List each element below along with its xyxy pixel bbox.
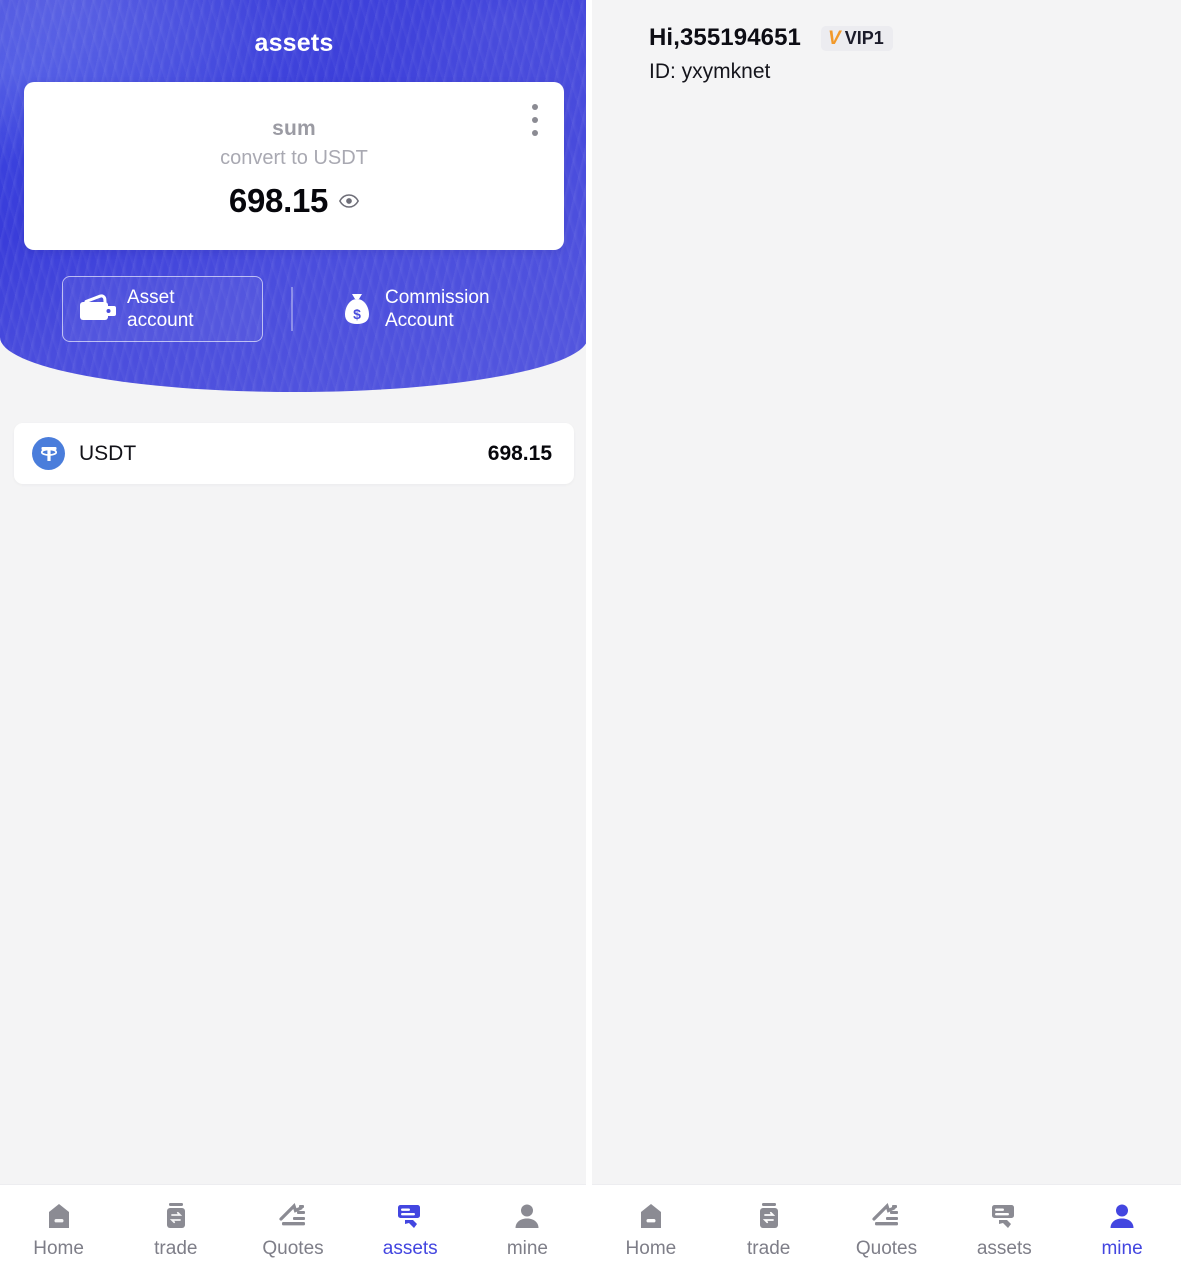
coin-amount: 698.15 [487,441,552,465]
tab-quotes[interactable]: Quotes [234,1201,351,1260]
greeting-text: Hi,355194651 [649,24,801,51]
coin-row-usdt[interactable]: USDT 698.15 [14,423,574,484]
eye-icon[interactable] [339,194,360,208]
tab-home[interactable]: Home [0,1201,117,1260]
status-badge[interactable]: V VIP1 [821,25,893,51]
balance-amount: 698.15 [228,182,329,219]
account-divider [291,287,293,331]
tab-label: Quotes [262,1238,324,1259]
assets-icon [398,1205,421,1228]
asset-account-label: Asset account [127,287,194,331]
tab-label: trade [154,1238,198,1259]
tab-home[interactable]: Home [592,1201,710,1260]
person-icon [515,1204,539,1228]
home-icon [640,1204,661,1228]
tab-label: assets [382,1238,438,1259]
assets-icon [992,1205,1015,1228]
convert-label: convert to USDT [220,147,368,169]
balance-card: sum convert to USDT 698.15 [24,82,564,250]
tether-icon [32,437,65,470]
bottom-tabbar-right: Home trade Quotes assets mine [592,1184,1181,1276]
tab-label: trade [747,1238,791,1259]
balance-value-row: 698.15 [24,170,564,220]
tab-trade[interactable]: trade [117,1201,234,1260]
tab-label: Home [33,1238,84,1259]
trade-icon [759,1203,778,1228]
tab-assets[interactable]: assets [352,1201,469,1260]
user-id: ID: yxymknet [649,60,771,83]
trade-icon [166,1203,185,1228]
tab-label: Quotes [855,1238,918,1259]
tab-assets[interactable]: assets [945,1201,1063,1260]
commission-account-button[interactable]: $ Commission Account [340,276,490,342]
home-icon [48,1204,69,1228]
quotes-icon [872,1203,899,1226]
quotes-icon [279,1203,305,1226]
assets-panel: assets sum convert to USDT 698.15 Asset … [0,0,588,1276]
wallet-icon [80,294,116,320]
commission-account-label: Commission Account [385,287,490,331]
asset-account-button[interactable]: Asset account [62,276,263,342]
vip-level-label: VIP1 [844,28,884,48]
coin-symbol: USDT [79,441,137,465]
greeting-row: Hi,355194651 V VIP1 [592,0,1181,52]
tab-quotes[interactable]: Quotes [828,1201,946,1260]
tab-label: mine [506,1238,548,1259]
bottom-tabbar-left: Home trade Quotes assets mine [0,1184,586,1276]
tab-trade[interactable]: trade [710,1201,828,1260]
money-bag-icon: $ [345,294,369,324]
svg-text:$: $ [353,306,361,322]
person-icon [1110,1204,1134,1228]
tab-label: mine [1101,1238,1143,1259]
tab-label: Home [625,1238,677,1259]
account-switch-row: Asset account $ Commission Account [0,276,586,342]
tab-mine[interactable]: mine [469,1201,586,1260]
profile-header: Hi,355194651 V VIP1 ID: yxymknet [592,0,1181,170]
kebab-menu-icon[interactable] [532,104,538,136]
vip-v-mark: V [828,27,841,49]
page-title: assets [254,29,334,57]
tab-mine[interactable]: mine [1063,1201,1181,1260]
tab-label: assets [976,1238,1032,1259]
dual-phone-screenshot: assets sum convert to USDT 698.15 Asset … [0,0,1181,1276]
mine-panel: Hi,355194651 V VIP1 ID: yxymknet Learn a… [588,0,1181,1276]
sum-label: sum [272,117,316,140]
